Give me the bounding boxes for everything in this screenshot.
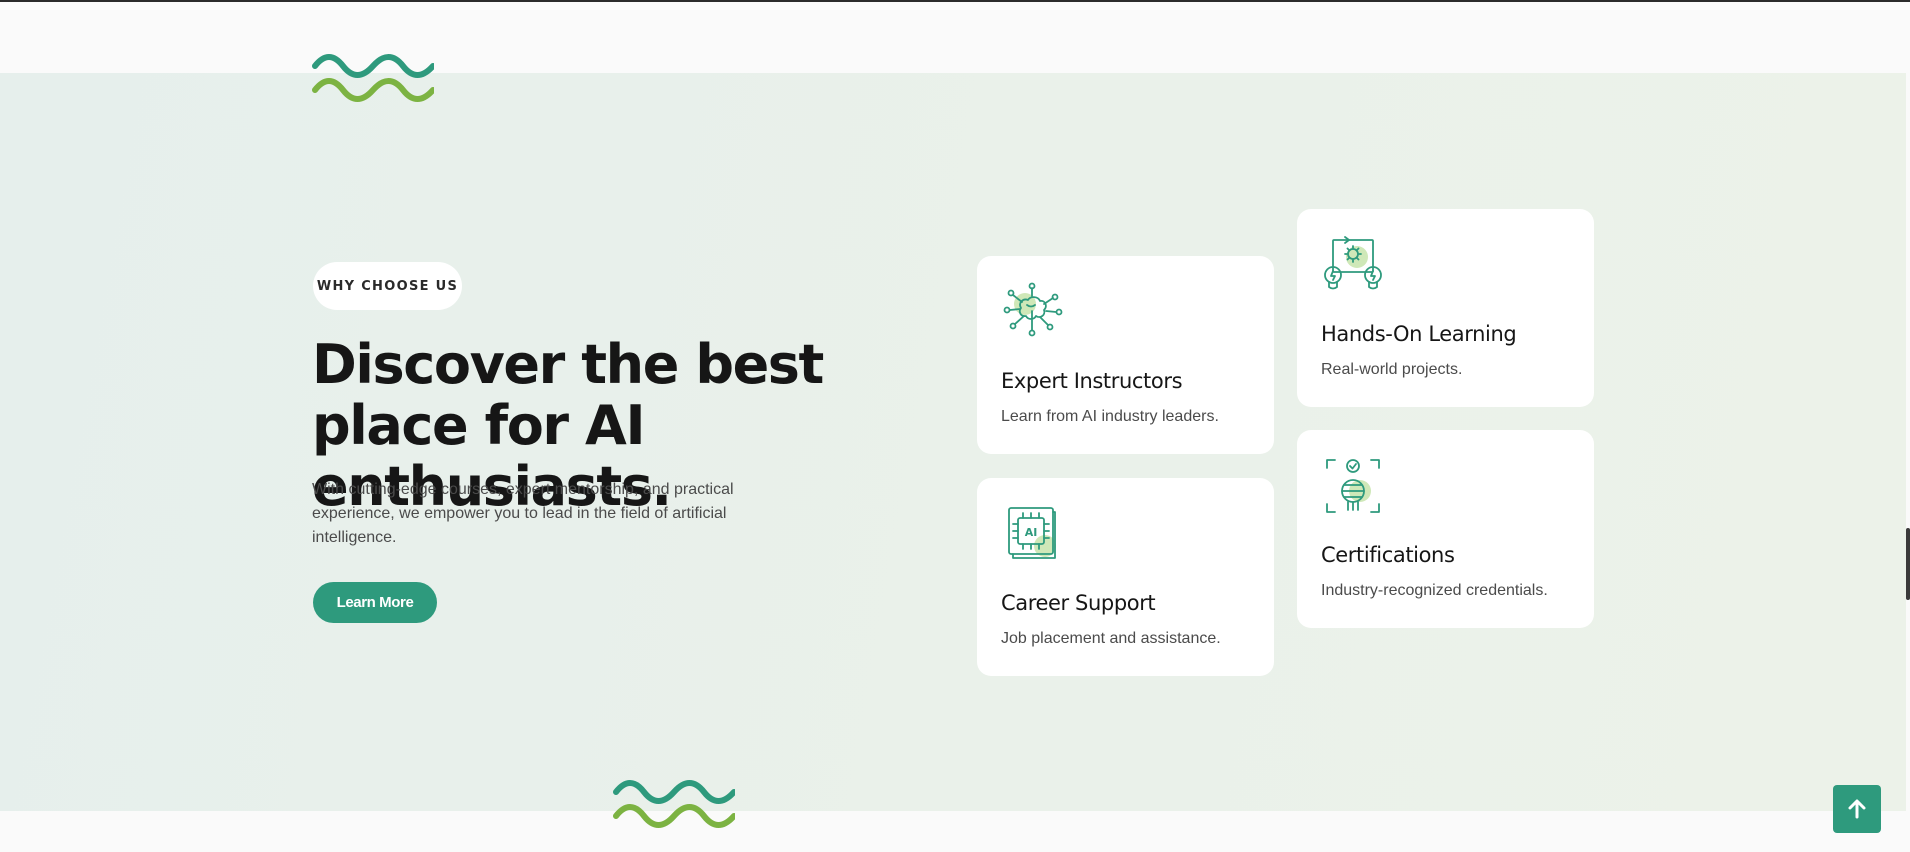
feature-title: Certifications [1321,543,1455,567]
feature-title: Expert Instructors [1001,369,1183,393]
top-border [0,0,1910,2]
feature-text: Real-world projects. [1321,361,1463,378]
wave-decoration-bottom [613,776,735,832]
certificate-scan-icon [1323,456,1383,516]
feature-card-career-support[interactable]: AI Career Support Job placement and assi… [977,478,1274,676]
wave-icon [312,54,434,102]
feature-text: Industry-recognized credentials. [1321,582,1548,599]
section-description: With cutting-edge courses, expert mentor… [312,481,734,546]
feature-card-hands-on-learning[interactable]: Hands-On Learning Real-world projects. [1297,209,1594,407]
feature-card-certifications[interactable]: Certifications Industry-recognized crede… [1297,430,1594,628]
lightbulb-gear-icon [1323,235,1383,295]
arrow-up-icon [1848,799,1866,819]
feature-card-expert-instructors[interactable]: Expert Instructors Learn from AI industr… [977,256,1274,454]
why-choose-us-section [0,73,1906,811]
svg-text:AI: AI [1025,526,1038,539]
scroll-to-top-button[interactable] [1833,785,1881,833]
section-badge: WHY CHOOSE US [313,262,462,310]
feature-text: Job placement and assistance. [1001,630,1221,647]
learn-more-button[interactable]: Learn More [313,582,437,623]
brain-network-icon [1003,282,1063,342]
feature-text: Learn from AI industry leaders. [1001,408,1219,425]
ai-chip-book-icon: AI [1003,504,1063,564]
wave-decoration-top [312,50,434,106]
feature-title: Career Support [1001,591,1156,615]
wave-icon [613,780,735,828]
feature-title: Hands-On Learning [1321,322,1517,346]
scrollbar-thumb[interactable] [1906,528,1910,600]
